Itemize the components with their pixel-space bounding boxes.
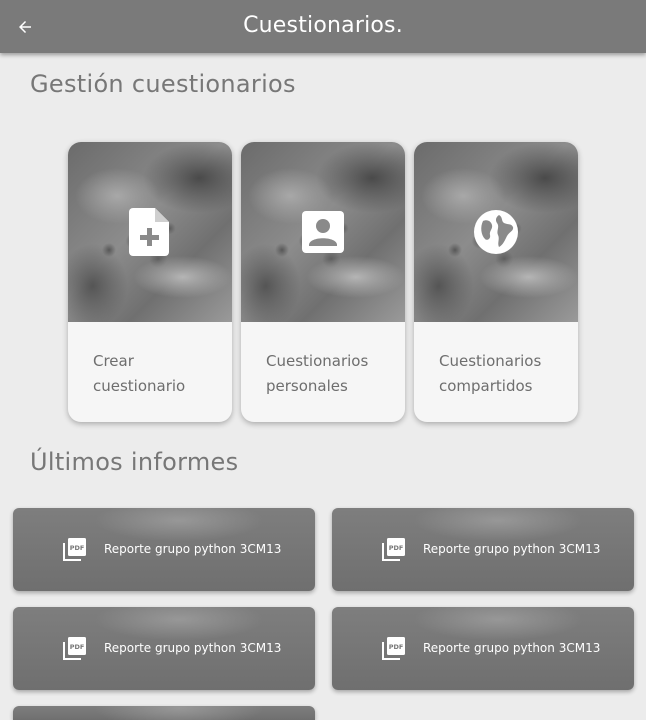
report-tile[interactable]: PDF Reporte grupo python 3CM13 bbox=[332, 607, 634, 690]
crear-cuestionario-card[interactable]: Crear cuestionario bbox=[68, 142, 232, 422]
card-label-line2: cuestionario bbox=[93, 377, 186, 395]
pdf-icon: PDF bbox=[63, 538, 86, 561]
report-tile[interactable]: PDF Reporte grupo python 3CM13 bbox=[13, 508, 315, 591]
report-tile[interactable]: PDF Reporte grupo python 3CM13 bbox=[332, 508, 634, 591]
card-label: Cuestionarios compartidos bbox=[439, 349, 569, 399]
cuestionarios-personales-card[interactable]: Cuestionarios personales bbox=[241, 142, 405, 422]
card-label: Cuestionarios personales bbox=[266, 349, 396, 399]
report-tile[interactable]: PDF Reporte grupo python 3CM13 bbox=[13, 607, 315, 690]
informes-section-title: Últimos informes bbox=[30, 448, 239, 476]
svg-text:PDF: PDF bbox=[70, 643, 85, 651]
globe-icon bbox=[471, 207, 521, 257]
report-tile-partial[interactable] bbox=[13, 706, 315, 720]
report-label: Reporte grupo python 3CM13 bbox=[423, 542, 601, 556]
pdf-icon: PDF bbox=[382, 637, 405, 660]
pdf-icon: PDF bbox=[382, 538, 405, 561]
report-label: Reporte grupo python 3CM13 bbox=[104, 641, 282, 655]
card-label-line2: personales bbox=[266, 377, 348, 395]
card-label-line1: Cuestionarios bbox=[266, 352, 369, 370]
file-plus-icon bbox=[125, 207, 175, 257]
svg-text:PDF: PDF bbox=[389, 544, 404, 552]
card-label-line1: Cuestionarios bbox=[439, 352, 542, 370]
card-label-line1: Crear bbox=[93, 352, 134, 370]
svg-text:PDF: PDF bbox=[70, 544, 85, 552]
report-label: Reporte grupo python 3CM13 bbox=[104, 542, 282, 556]
card-label-line2: compartidos bbox=[439, 377, 533, 395]
gestion-section-title: Gestión cuestionarios bbox=[30, 70, 296, 98]
app-bar: Cuestionarios. bbox=[0, 0, 646, 53]
pdf-icon: PDF bbox=[63, 637, 86, 660]
svg-text:PDF: PDF bbox=[389, 643, 404, 651]
report-label: Reporte grupo python 3CM13 bbox=[423, 641, 601, 655]
cuestionarios-compartidos-card[interactable]: Cuestionarios compartidos bbox=[414, 142, 578, 422]
account-box-icon bbox=[298, 207, 348, 257]
page-title: Cuestionarios. bbox=[243, 13, 403, 38]
card-label: Crear cuestionario bbox=[93, 349, 223, 399]
